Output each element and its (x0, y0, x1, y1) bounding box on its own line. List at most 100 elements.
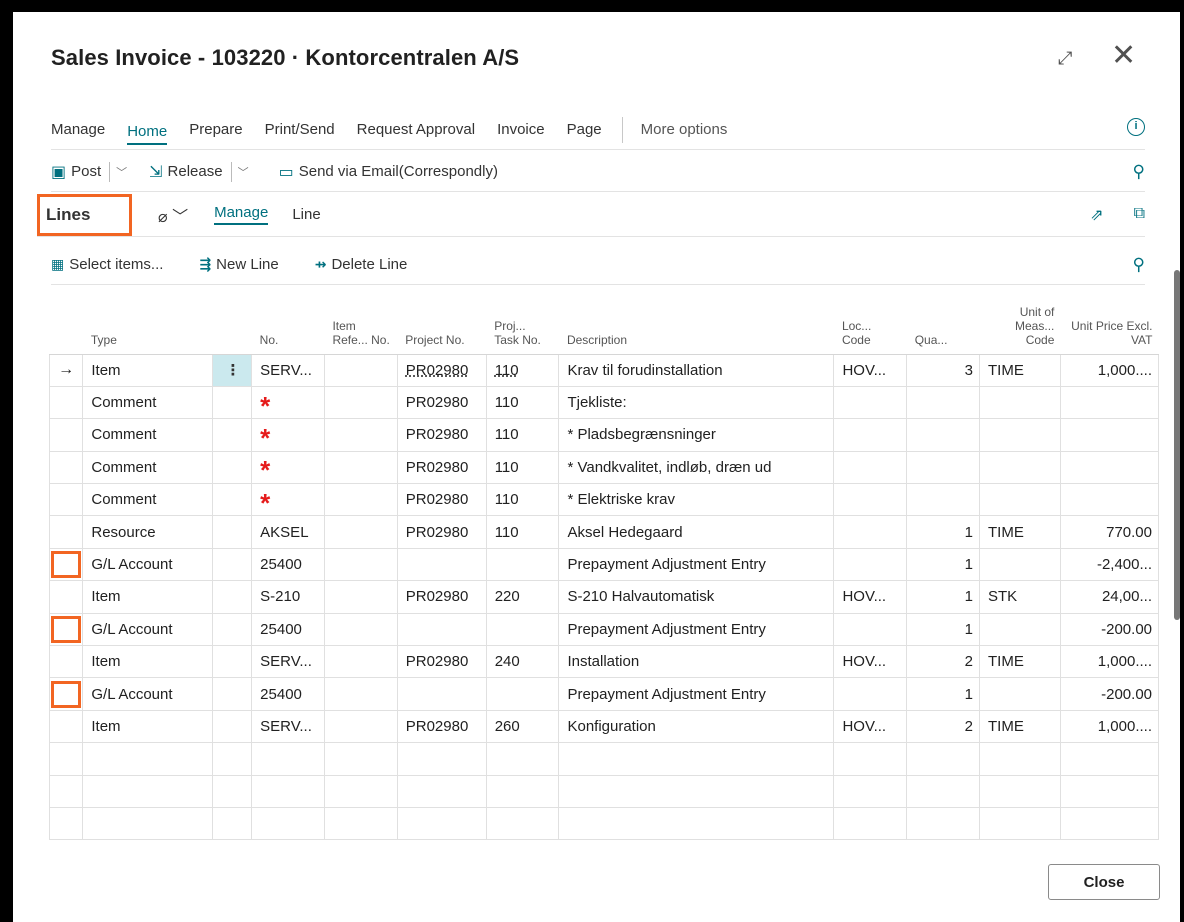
cell-unit-price[interactable]: -200.00 (1060, 613, 1160, 647)
cell-quantity[interactable] (906, 386, 980, 420)
cell-item-ref[interactable] (324, 677, 398, 711)
cell-item-ref[interactable] (324, 418, 398, 452)
row-actions-cell[interactable] (212, 386, 253, 420)
cell-type[interactable]: Item (82, 710, 213, 744)
empty-cell[interactable] (558, 742, 835, 776)
table-row[interactable]: Item SERV... PR02980 260 Konfiguration HOV...… (48, 710, 1160, 744)
table-row[interactable]: Comment * PR02980 110 * Elektriske krav (48, 483, 1160, 517)
cell-item-ref[interactable] (324, 386, 398, 420)
required-star-icon[interactable]: * (251, 451, 325, 485)
cell-unit-price[interactable] (1060, 418, 1160, 452)
cell-unit-price[interactable]: -200.00 (1060, 677, 1160, 711)
empty-cell[interactable] (558, 775, 835, 808)
empty-cell[interactable] (324, 775, 398, 808)
cell-location[interactable]: HOV... (833, 645, 908, 679)
row-actions-cell[interactable] (212, 483, 253, 517)
cell-no[interactable]: SERV... (251, 354, 325, 387)
pin-icon[interactable]: ⚲ (1133, 255, 1145, 275)
cell-type[interactable]: Item (82, 645, 213, 679)
cell-description[interactable]: S-210 Halvautomatisk (558, 580, 835, 614)
row-actions-cell[interactable]: ⋮ (212, 354, 253, 387)
empty-cell[interactable] (82, 775, 213, 808)
cell-type[interactable]: Resource (82, 515, 213, 549)
cell-project-task[interactable]: 110 (486, 483, 560, 517)
empty-cell[interactable] (251, 742, 325, 776)
cell-project-no[interactable]: PR02980 (397, 386, 487, 420)
empty-cell[interactable] (906, 807, 980, 841)
cell-uom[interactable] (979, 418, 1061, 452)
table-row[interactable]: Item S-210 PR02980 220 S-210 Halvautomatisk H… (48, 580, 1160, 614)
cell-quantity[interactable]: 1 (906, 677, 980, 711)
cell-project-no[interactable] (397, 613, 487, 647)
chevron-down-icon[interactable]: ﹀ (238, 164, 249, 180)
cell-no[interactable]: SERV... (251, 645, 325, 679)
column-header-project-no[interactable]: Project No. (397, 288, 487, 355)
column-header-description[interactable]: Description (558, 288, 834, 355)
tab-invoice[interactable]: Invoice (497, 113, 545, 146)
cell-description[interactable]: Prepayment Adjustment Entry (558, 613, 835, 647)
empty-cell[interactable] (82, 807, 213, 841)
table-row[interactable]: Comment * PR02980 110 Tjekliste: (48, 386, 1160, 420)
row-actions-cell[interactable] (212, 515, 253, 549)
cell-description[interactable]: Installation (558, 645, 835, 679)
cell-location[interactable] (833, 613, 908, 647)
empty-cell[interactable] (212, 742, 253, 776)
cell-project-task[interactable]: 240 (486, 645, 560, 679)
cell-item-ref[interactable] (324, 354, 398, 387)
empty-cell[interactable] (558, 807, 835, 841)
cell-no[interactable]: SERV... (251, 710, 325, 744)
required-star-icon[interactable]: * (251, 386, 325, 420)
cell-quantity[interactable]: 2 (906, 645, 980, 679)
required-star-icon[interactable]: * (251, 418, 325, 452)
cell-description[interactable]: * Vandkvalitet, indløb, dræn ud (558, 451, 835, 485)
tab-page[interactable]: Page (567, 113, 602, 146)
empty-cell[interactable] (48, 807, 84, 841)
row-actions-cell[interactable] (212, 451, 253, 485)
cell-quantity[interactable]: 2 (906, 710, 980, 744)
release-button[interactable]: ⇲ Release ﹀ (149, 161, 249, 182)
cell-quantity[interactable]: 1 (906, 613, 980, 647)
empty-cell[interactable] (324, 742, 398, 776)
row-actions-cell[interactable] (212, 710, 253, 744)
cell-uom[interactable]: TIME (979, 515, 1061, 549)
empty-cell[interactable] (979, 742, 1061, 776)
cell-project-no[interactable]: PR02980 (397, 645, 487, 679)
empty-cell[interactable] (48, 742, 84, 776)
empty-cell[interactable] (906, 742, 980, 776)
cell-unit-price[interactable]: 1,000.... (1060, 645, 1160, 679)
column-header-unit-price[interactable]: Unit Price Excl. VAT (1060, 288, 1159, 355)
share-icon[interactable]: ⇗ (1090, 205, 1103, 225)
cell-no[interactable]: AKSEL (251, 515, 325, 549)
cell-type[interactable]: Comment (82, 483, 213, 517)
empty-cell[interactable] (979, 775, 1061, 808)
tab-manage[interactable]: Manage (51, 113, 105, 146)
column-header-project-task[interactable]: Proj... Task No. (486, 288, 559, 355)
cell-unit-price[interactable] (1060, 483, 1160, 517)
cell-project-task[interactable]: 110 (486, 515, 560, 549)
empty-cell[interactable] (833, 775, 908, 808)
cell-project-no[interactable]: PR02980 (397, 354, 487, 387)
cell-location[interactable]: HOV... (833, 354, 908, 387)
cell-unit-price[interactable]: 770.00 (1060, 515, 1160, 549)
row-actions-cell[interactable] (212, 613, 253, 647)
tab-request-approval[interactable]: Request Approval (357, 113, 475, 146)
cell-description[interactable]: Prepayment Adjustment Entry (558, 677, 835, 711)
more-options-button[interactable]: More options (641, 113, 728, 146)
row-actions-cell[interactable] (212, 548, 253, 582)
expand-icon[interactable]: ⧉ (1134, 205, 1145, 225)
column-header-type[interactable]: Type (82, 288, 213, 355)
table-row[interactable]: G/L Account 25400 Prepayment Adjustment En… (48, 613, 1160, 647)
column-header-no[interactable]: No. (251, 288, 325, 355)
post-button[interactable]: ▣ Post ﹀ (51, 161, 127, 182)
cell-project-task[interactable]: 110 (486, 418, 560, 452)
table-row[interactable]: G/L Account 25400 Prepayment Adjustment En… (48, 677, 1160, 711)
tab-prepare[interactable]: Prepare (189, 113, 242, 146)
cell-description[interactable]: * Pladsbegrænsninger (558, 418, 835, 452)
cell-item-ref[interactable] (324, 483, 398, 517)
empty-cell[interactable] (486, 742, 560, 776)
cell-quantity[interactable]: 3 (906, 354, 980, 387)
cell-type[interactable]: Comment (82, 451, 213, 485)
chevron-down-icon[interactable]: ﹀ (116, 164, 127, 180)
cell-item-ref[interactable] (324, 451, 398, 485)
table-row[interactable]: Comment * PR02980 110 * Pladsbegrænsninger (48, 418, 1160, 452)
